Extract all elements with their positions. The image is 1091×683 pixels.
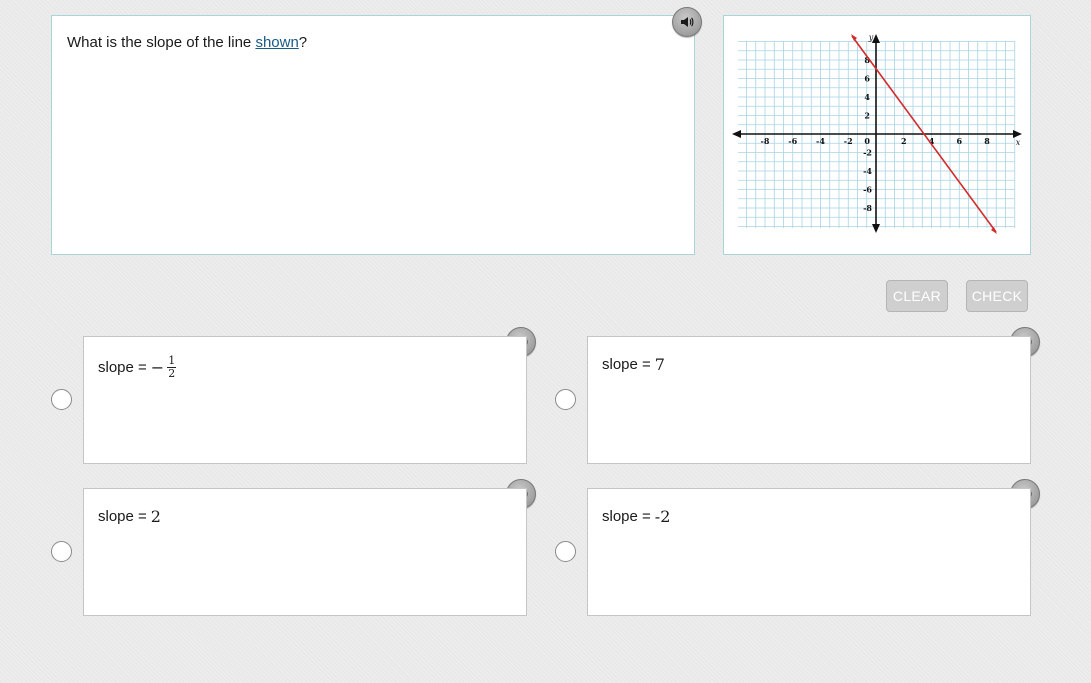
choice-a-label: slope = <box>98 359 147 376</box>
axes <box>732 34 1022 233</box>
x-tick-label: 6 <box>956 136 962 146</box>
choice-b-text: slope = 7 <box>602 355 665 374</box>
choice-c-label: slope = <box>98 508 147 525</box>
graph-panel: -8 -6 -4 -2 2 4 6 8 8 6 4 2 -2 -4 -6 -8 0 x y <box>723 15 1031 255</box>
choice-b-label: slope = <box>602 356 651 373</box>
choice-a-fraction: 1 2 <box>167 355 177 380</box>
choice-c-value: 2 <box>150 507 161 526</box>
choice-c-text: slope = 2 <box>98 507 161 526</box>
choice-b-card[interactable]: slope = 7 <box>587 336 1031 464</box>
line-arrow-end <box>991 227 997 234</box>
x-tick-label: -4 <box>816 136 825 146</box>
check-button[interactable]: CHECK <box>966 280 1028 312</box>
x-tick-label: -2 <box>844 136 853 146</box>
choice-a-sign: − <box>150 358 165 377</box>
choice-c-card[interactable]: slope = 2 <box>83 488 527 616</box>
y-tick-label: 4 <box>864 92 870 102</box>
choice-a-text: slope = − 1 2 <box>98 355 177 380</box>
choice-c-radio[interactable] <box>51 541 72 562</box>
choice-d-label: slope = <box>602 508 651 525</box>
x-tick-label: -8 <box>761 136 770 146</box>
x-tick-label: -6 <box>788 136 797 146</box>
fraction-denominator: 2 <box>168 367 176 380</box>
question-prefix: What is the slope of the line <box>67 34 256 51</box>
question-panel: What is the slope of the line shown? <box>51 15 695 255</box>
x-tick-label: 8 <box>984 136 990 146</box>
y-tick-label: -4 <box>863 166 872 176</box>
choice-d-radio[interactable] <box>555 541 576 562</box>
line-arrow-start <box>851 34 857 41</box>
x-tick-label: 2 <box>901 136 907 146</box>
choice-a-card[interactable]: slope = − 1 2 <box>83 336 527 464</box>
speaker-icon <box>681 17 694 27</box>
choice-d-card[interactable]: slope = -2 <box>587 488 1031 616</box>
y-tick-label: -6 <box>863 185 872 195</box>
question-suffix: ? <box>298 34 308 51</box>
y-tick-label: -8 <box>863 203 872 213</box>
y-tick-label: 2 <box>864 111 870 121</box>
y-tick-label: 6 <box>864 74 870 84</box>
x-axis-label: x <box>1016 138 1021 147</box>
coordinate-graph: -8 -6 -4 -2 2 4 6 88642-2-4-6-80 xy <box>732 33 1022 234</box>
choice-b-radio[interactable] <box>555 389 576 410</box>
x-axis-arrow-left <box>732 130 741 138</box>
origin-label: 0 <box>864 136 870 146</box>
choice-b-value: 7 <box>654 355 665 374</box>
y-axis-arrow-down <box>872 224 880 233</box>
choice-d-value: -2 <box>654 507 671 526</box>
choice-a-radio[interactable] <box>51 389 72 410</box>
shown-link[interactable]: shown <box>255 34 298 51</box>
y-tick-label: -2 <box>863 148 872 158</box>
question-audio-button[interactable] <box>672 7 702 37</box>
choice-d-text: slope = -2 <box>602 507 670 526</box>
y-axis-label: y <box>868 33 874 42</box>
x-axis-arrow-right <box>1013 130 1022 138</box>
clear-button[interactable]: CLEAR <box>886 280 948 312</box>
question-text: What is the slope of the line shown? <box>67 34 307 51</box>
